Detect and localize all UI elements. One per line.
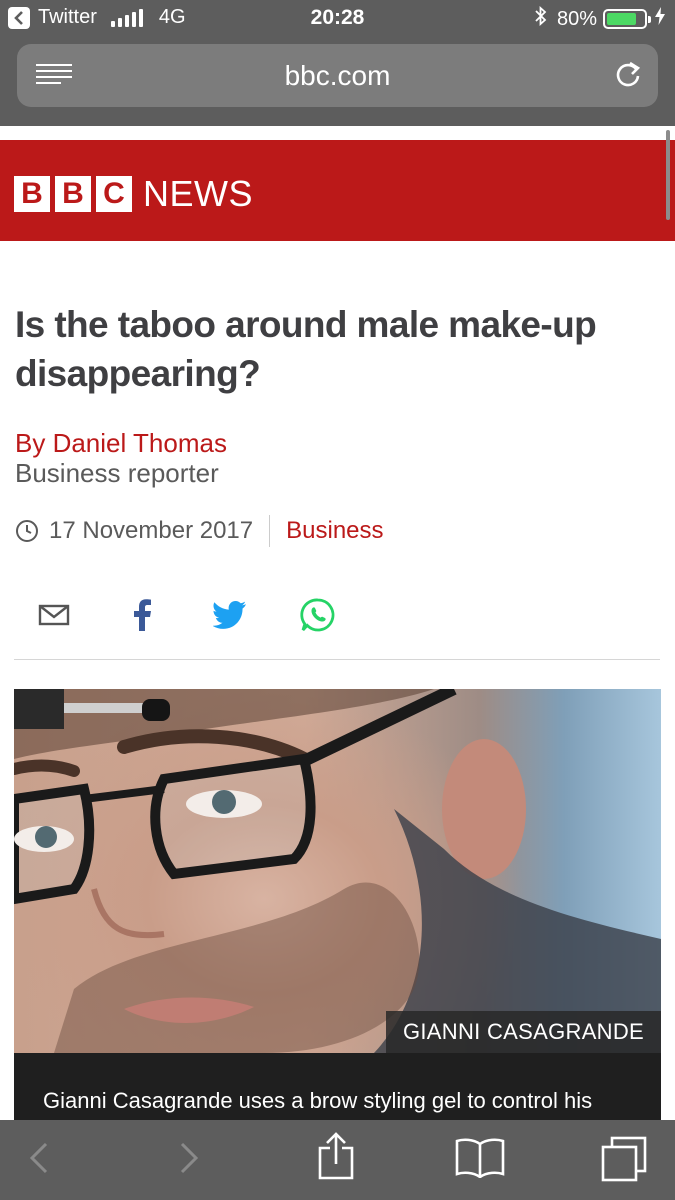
logo-letter: B [14, 176, 50, 212]
forward-icon[interactable] [178, 1138, 200, 1178]
photo-caption: Gianni Casagrande uses a brow styling ge… [43, 1088, 593, 1113]
author-role: Business reporter [15, 458, 219, 488]
photo-credit: GIANNI CASAGRANDE [386, 1011, 661, 1053]
tabs-icon[interactable] [600, 1136, 648, 1182]
email-icon[interactable] [36, 597, 72, 633]
author-link[interactable]: By Daniel Thomas [15, 428, 227, 459]
section-link[interactable]: Business [286, 517, 383, 545]
logo-letter: B [55, 176, 91, 212]
charging-icon [655, 7, 665, 31]
clock-icon [15, 519, 39, 543]
share-icon[interactable] [316, 1132, 356, 1180]
battery-icon [603, 9, 651, 29]
share-tools [36, 597, 388, 633]
browser-toolbar [0, 1120, 675, 1200]
battery-percent: 80% [556, 7, 597, 30]
article-date: 17 November 2017 [49, 517, 254, 544]
page-top-gap [0, 126, 675, 140]
site-header: B B C NEWS [0, 140, 675, 241]
article-meta: 17 November 2017 Business [15, 514, 384, 548]
address-bar[interactable]: bbc.com [17, 44, 658, 107]
section-divider [14, 659, 660, 660]
logo-word: NEWS [143, 173, 253, 214]
photo-caption-box: Gianni Casagrande uses a brow styling ge… [14, 1053, 661, 1123]
bbc-news-logo[interactable]: B B C NEWS [14, 173, 253, 215]
browser-chrome: bbc.com [0, 38, 675, 126]
photo-illustration [14, 689, 661, 1053]
url-text: bbc.com [284, 60, 391, 91]
article-headline: Is the taboo around male make-up disappe… [15, 304, 597, 394]
logo-letter: C [96, 176, 132, 212]
bookmarks-icon[interactable] [455, 1136, 505, 1178]
article-photo[interactable] [14, 689, 661, 1053]
bluetooth-icon [535, 5, 547, 32]
back-icon[interactable] [28, 1138, 50, 1178]
status-right: 80% [535, 5, 665, 32]
scroll-indicator[interactable] [666, 130, 670, 220]
facebook-icon[interactable] [124, 597, 160, 633]
battery-level [607, 13, 636, 25]
meta-divider [269, 515, 271, 547]
whatsapp-icon[interactable] [300, 597, 336, 633]
twitter-icon[interactable] [212, 597, 248, 633]
status-bar: Twitter 4G 20:28 80% [0, 0, 675, 38]
reload-icon[interactable] [614, 60, 642, 95]
